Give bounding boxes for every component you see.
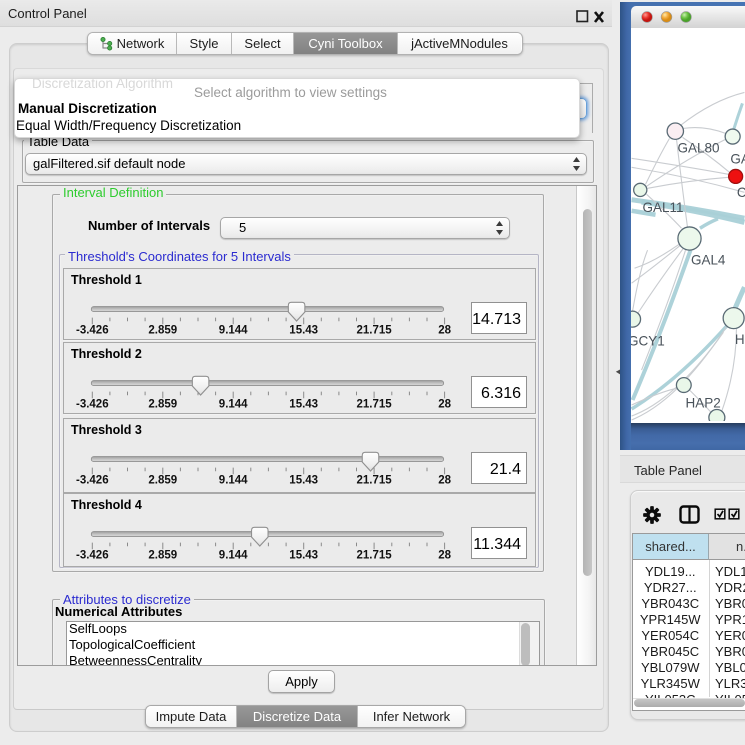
svg-text:HAP2: HAP2 [686,396,721,411]
svg-text:9.144: 9.144 [219,324,248,336]
svg-text:GCY1: GCY1 [631,334,665,349]
svg-text:9.144: 9.144 [219,549,248,561]
svg-text:9.144: 9.144 [219,398,248,410]
svg-text:15.43: 15.43 [289,474,318,486]
svg-text:15.43: 15.43 [289,324,318,336]
svg-text:21.715: 21.715 [357,549,393,561]
svg-text:21.715: 21.715 [357,398,393,410]
svg-text:28: 28 [438,549,451,561]
svg-text:2.859: 2.859 [148,324,177,336]
svg-text:28: 28 [438,324,451,336]
svg-text:-3.426: -3.426 [76,324,109,336]
svg-text:GAL80: GAL80 [678,140,720,155]
svg-text:28: 28 [438,398,451,410]
svg-text:-3.426: -3.426 [76,474,109,486]
svg-text:21.715: 21.715 [357,324,393,336]
svg-text:2.859: 2.859 [148,549,177,561]
svg-text:2.859: 2.859 [148,474,177,486]
svg-text:15.43: 15.43 [289,549,318,561]
svg-text:-3.426: -3.426 [76,398,109,410]
svg-text:CD: CD [737,185,745,200]
svg-text:9.144: 9.144 [219,474,248,486]
svg-text:GA: GA [730,151,745,166]
svg-text:HI: HI [735,332,745,347]
svg-text:15.43: 15.43 [289,398,318,410]
svg-text:GAL11: GAL11 [643,200,684,215]
svg-text:28: 28 [438,474,451,486]
svg-text:21.715: 21.715 [357,474,393,486]
svg-text:-3.426: -3.426 [76,549,109,561]
svg-text:2.859: 2.859 [148,398,177,410]
svg-text:GAL4: GAL4 [691,253,726,268]
